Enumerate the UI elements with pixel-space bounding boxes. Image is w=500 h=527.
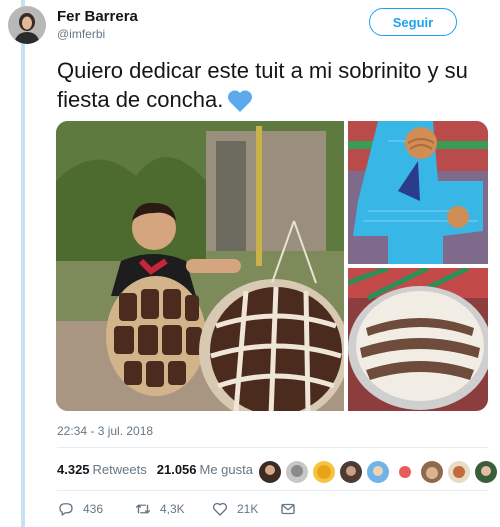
user-handle[interactable]: @imferbi <box>57 27 105 41</box>
retweets-count: 4.325 <box>57 462 90 477</box>
reply-action[interactable]: 436 <box>57 500 134 518</box>
retweet-action[interactable]: 4,3K <box>134 500 211 518</box>
likes-stat[interactable]: 21.056 Me gusta <box>157 462 253 477</box>
liker-avatar[interactable] <box>366 460 390 484</box>
reply-icon <box>59 503 73 516</box>
tweet-text: Quiero dedicar este tuit a mi sobrinito … <box>57 56 487 114</box>
like-action[interactable]: 21K <box>211 500 279 518</box>
liker-avatar[interactable] <box>420 460 444 484</box>
liker-avatar[interactable] <box>285 460 309 484</box>
tweet-stats: 4.325 Retweets 21.056 Me gusta <box>57 462 253 477</box>
retweet-count: 4,3K <box>160 502 185 516</box>
avatar[interactable] <box>8 6 46 44</box>
liker-avatars <box>258 460 498 484</box>
liker-avatar[interactable] <box>474 460 498 484</box>
tweet-text-content: Quiero dedicar este tuit a mi sobrinito … <box>57 58 468 112</box>
envelope-icon <box>281 503 295 515</box>
likes-count: 21.056 <box>156 462 197 477</box>
retweet-icon <box>135 504 151 514</box>
media-grid <box>56 121 488 411</box>
likes-label: Me gusta <box>199 462 253 477</box>
divider-bottom <box>57 490 488 491</box>
tweet-actions: 436 4,3K 21K <box>57 500 297 518</box>
blue-heart-icon <box>227 89 253 113</box>
liker-avatar[interactable] <box>339 460 363 484</box>
liker-avatar[interactable] <box>258 460 282 484</box>
message-action[interactable] <box>279 500 297 518</box>
like-count: 21K <box>237 502 259 516</box>
heart-icon <box>212 502 228 516</box>
media-photo-pinata[interactable] <box>348 121 488 264</box>
thread-line <box>21 0 25 527</box>
liker-avatar[interactable] <box>393 460 417 484</box>
user-name[interactable]: Fer Barrera <box>57 8 138 25</box>
retweets-stat[interactable]: 4.325 Retweets <box>57 462 147 477</box>
media-photo-boy[interactable] <box>56 121 344 411</box>
avatar-image <box>8 6 46 44</box>
follow-button[interactable]: Seguir <box>369 8 457 36</box>
tweet-timestamp[interactable]: 22:34 - 3 jul. 2018 <box>57 424 153 438</box>
divider-top <box>57 447 488 448</box>
reply-count: 436 <box>83 502 104 516</box>
media-photo-cake[interactable] <box>348 268 488 411</box>
liker-avatar[interactable] <box>312 460 336 484</box>
liker-avatar[interactable] <box>447 460 471 484</box>
retweets-label: Retweets <box>92 462 147 477</box>
